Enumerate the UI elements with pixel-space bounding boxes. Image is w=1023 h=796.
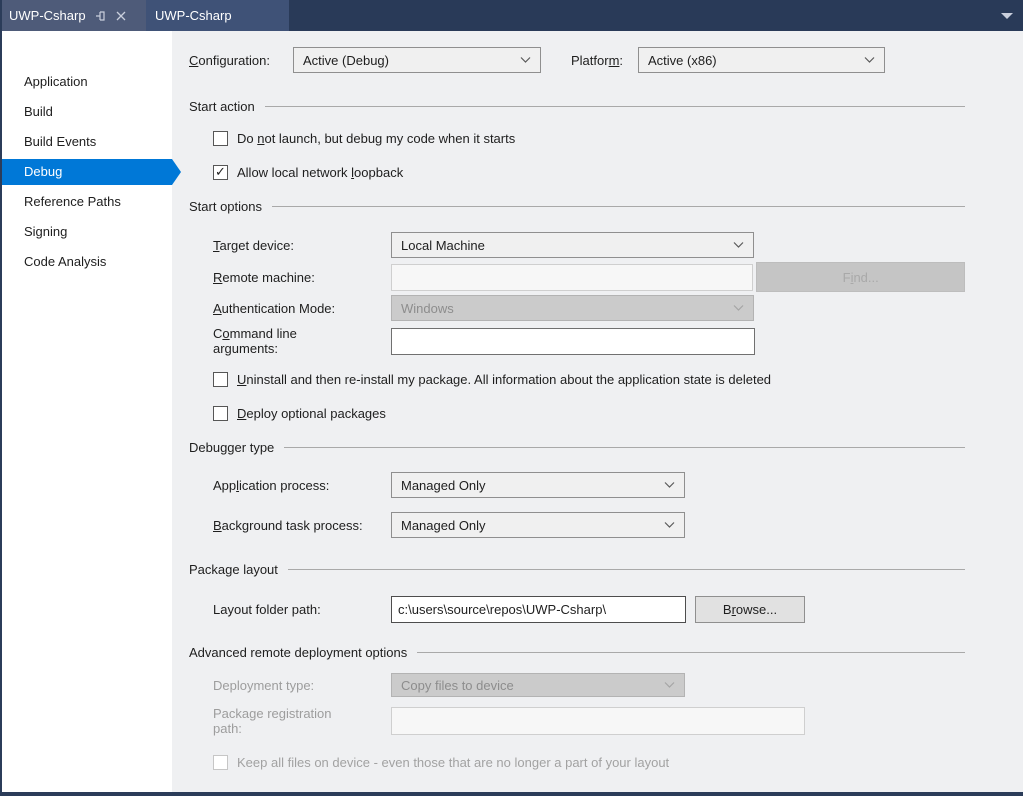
tab-label: UWP-Csharp — [9, 8, 86, 23]
no-launch-label: Do not launch, but debug my code when it… — [237, 130, 516, 146]
sidebar-item-application[interactable]: Application — [2, 69, 172, 95]
layout-folder-path-row: Layout folder path: Browse... — [213, 596, 965, 623]
no-launch-checkbox-row: Do not launch, but debug my code when it… — [213, 130, 965, 146]
section-title: Advanced remote deployment options — [189, 644, 408, 660]
package-registration-path-row: Package registration path: — [213, 706, 965, 742]
platform-select[interactable]: Active (x86) — [638, 47, 885, 73]
start-options-section-header: Start options — [189, 197, 965, 215]
project-properties-window: UWP-Csharp UWP-Csharp Application Build … — [0, 0, 1023, 796]
authentication-mode-label: Authentication Mode: — [213, 300, 336, 316]
loopback-checkbox[interactable] — [213, 164, 228, 180]
application-process-select[interactable]: Managed Only — [391, 472, 685, 498]
loopback-label: Allow local network loopback — [237, 164, 404, 180]
deployment-type-value: Copy files to device — [401, 677, 514, 693]
loopback-checkbox-row: Allow local network loopback — [213, 164, 965, 180]
package-registration-path-label: Package registration path: — [213, 706, 332, 736]
target-device-value: Local Machine — [401, 237, 485, 253]
platform-label: Platform: — [571, 52, 624, 68]
keep-all-files-checkbox-row: Keep all files on device - even those th… — [213, 754, 965, 770]
remote-machine-input — [391, 263, 754, 291]
close-icon[interactable] — [116, 11, 126, 21]
package-registration-path-input — [391, 707, 805, 735]
configuration-value: Active (Debug) — [303, 52, 389, 68]
section-title: Start options — [189, 198, 262, 214]
background-task-process-select[interactable]: Managed Only — [391, 512, 685, 538]
tab-uwp-csharp-preview[interactable]: UWP-Csharp — [146, 0, 289, 31]
tab-label: UWP-Csharp — [155, 8, 232, 23]
remote-machine-label: Remote machine: — [213, 269, 315, 285]
background-task-process-label: Background task process: — [213, 517, 363, 533]
debugger-type-section-header: Debugger type — [189, 438, 965, 456]
sidebar-item-signing[interactable]: Signing — [2, 219, 172, 245]
uninstall-checkbox[interactable] — [213, 371, 228, 387]
keep-all-files-label: Keep all files on device - even those th… — [237, 754, 670, 770]
chevron-down-icon — [664, 522, 675, 528]
package-layout-section-header: Package layout — [189, 560, 965, 578]
uninstall-checkbox-row: Uninstall and then re-install my package… — [213, 371, 965, 387]
authentication-mode-value: Windows — [401, 300, 454, 316]
layout-folder-path-input[interactable] — [391, 596, 686, 623]
target-device-row: Target device: Local Machine — [213, 232, 965, 258]
chevron-down-icon — [733, 305, 744, 311]
dropdown-arrow-icon[interactable] — [1001, 13, 1013, 19]
section-rule — [272, 205, 965, 207]
selected-item-arrow — [172, 159, 181, 185]
sidebar-item-debug[interactable]: Debug — [2, 159, 181, 185]
chevron-down-icon — [664, 482, 675, 488]
properties-sidebar: Application Build Build Events Debug Ref… — [2, 31, 181, 792]
document-tab-bar: UWP-Csharp UWP-Csharp — [2, 0, 1023, 31]
deployment-type-row: Deployment type: Copy files to device — [213, 673, 965, 697]
sidebar-item-build[interactable]: Build — [2, 99, 172, 125]
section-rule — [417, 651, 965, 653]
properties-body: Application Build Build Events Debug Ref… — [2, 31, 1023, 792]
section-rule — [287, 568, 965, 570]
section-rule — [264, 105, 965, 107]
section-title: Start action — [189, 98, 255, 114]
sidebar-item-label: Debug — [24, 164, 63, 179]
target-device-label: Target device: — [213, 237, 294, 253]
application-process-label: Application process: — [213, 477, 330, 493]
chevron-down-icon — [520, 57, 531, 63]
browse-button[interactable]: Browse... — [695, 596, 805, 623]
chevron-down-icon — [864, 57, 875, 63]
authentication-mode-select: Windows — [391, 295, 754, 321]
background-task-process-value: Managed Only — [401, 517, 486, 533]
command-line-arguments-label: Command line arguments: — [213, 326, 297, 356]
background-task-process-row: Background task process: Managed Only — [213, 512, 965, 538]
deploy-optional-checkbox-row: Deploy optional packages — [213, 405, 965, 421]
tab-uwp-csharp-active[interactable]: UWP-Csharp — [2, 0, 146, 31]
keep-all-files-checkbox — [213, 754, 228, 770]
section-title: Debugger type — [189, 439, 275, 455]
sidebar-item-reference-paths[interactable]: Reference Paths — [2, 189, 172, 215]
platform-value: Active (x86) — [648, 52, 717, 68]
chevron-down-icon — [733, 242, 744, 248]
application-process-value: Managed Only — [401, 477, 486, 493]
deployment-type-select: Copy files to device — [391, 673, 685, 697]
advanced-section-header: Advanced remote deployment options — [189, 643, 965, 661]
pin-icon[interactable] — [95, 10, 107, 22]
uninstall-label: Uninstall and then re-install my package… — [237, 371, 772, 387]
section-title: Package layout — [189, 561, 278, 577]
configuration-label: Configuration: — [189, 52, 270, 68]
deploy-optional-label: Deploy optional packages — [237, 405, 386, 421]
target-device-select[interactable]: Local Machine — [391, 232, 754, 258]
configuration-select[interactable]: Active (Debug) — [293, 47, 541, 73]
layout-folder-path-label: Layout folder path: — [213, 602, 321, 617]
start-action-section-header: Start action — [189, 97, 965, 115]
sidebar-item-build-events[interactable]: Build Events — [2, 129, 172, 155]
sidebar-item-code-analysis[interactable]: Code Analysis — [2, 249, 172, 275]
chevron-down-icon — [664, 682, 675, 688]
application-process-row: Application process: Managed Only — [213, 472, 965, 498]
remote-machine-row: Remote machine: Find... — [213, 262, 965, 292]
debug-settings-panel: Configuration: Active (Debug) Platform: … — [172, 31, 1023, 792]
section-rule — [284, 446, 965, 448]
command-line-arguments-row: Command line arguments: — [213, 326, 965, 362]
deployment-type-label: Deployment type: — [213, 677, 315, 693]
authentication-mode-row: Authentication Mode: Windows — [213, 295, 965, 321]
configuration-bar: Configuration: Active (Debug) Platform: … — [189, 47, 965, 73]
find-button: Find... — [756, 262, 965, 292]
no-launch-checkbox[interactable] — [213, 130, 228, 146]
command-line-arguments-input[interactable] — [391, 328, 755, 355]
deploy-optional-checkbox[interactable] — [213, 405, 228, 421]
